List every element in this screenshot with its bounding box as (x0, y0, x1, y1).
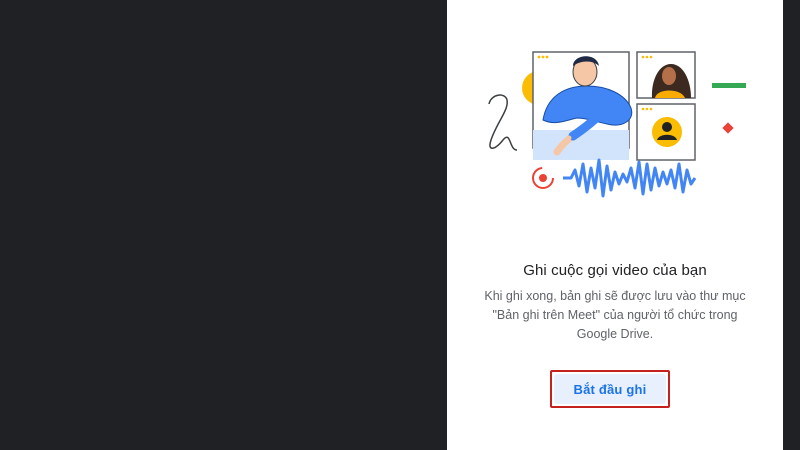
green-dash-shape (712, 83, 746, 88)
right-edge-strip (783, 0, 800, 450)
recording-illustration (447, 0, 783, 220)
audio-waveform-icon (563, 158, 697, 198)
panel-description: Khi ghi xong, bản ghi sẽ được lưu vào th… (484, 289, 746, 341)
squiggle-shape (488, 94, 518, 151)
start-recording-button[interactable]: Bắt đầu ghi (554, 374, 666, 404)
recording-side-panel: Ghi cuộc gọi video của bạn Khi ghi xong,… (447, 0, 783, 450)
record-dot (539, 174, 547, 182)
meet-screen: Ghi cuộc gọi video của bạn Khi ghi xong,… (0, 0, 800, 450)
illustration-svg (488, 51, 746, 198)
panel-title: Ghi cuộc gọi video của bạn (523, 262, 707, 279)
start-recording-button-highlight[interactable]: Bắt đầu ghi (550, 370, 670, 408)
red-diamond-shape (722, 122, 734, 134)
